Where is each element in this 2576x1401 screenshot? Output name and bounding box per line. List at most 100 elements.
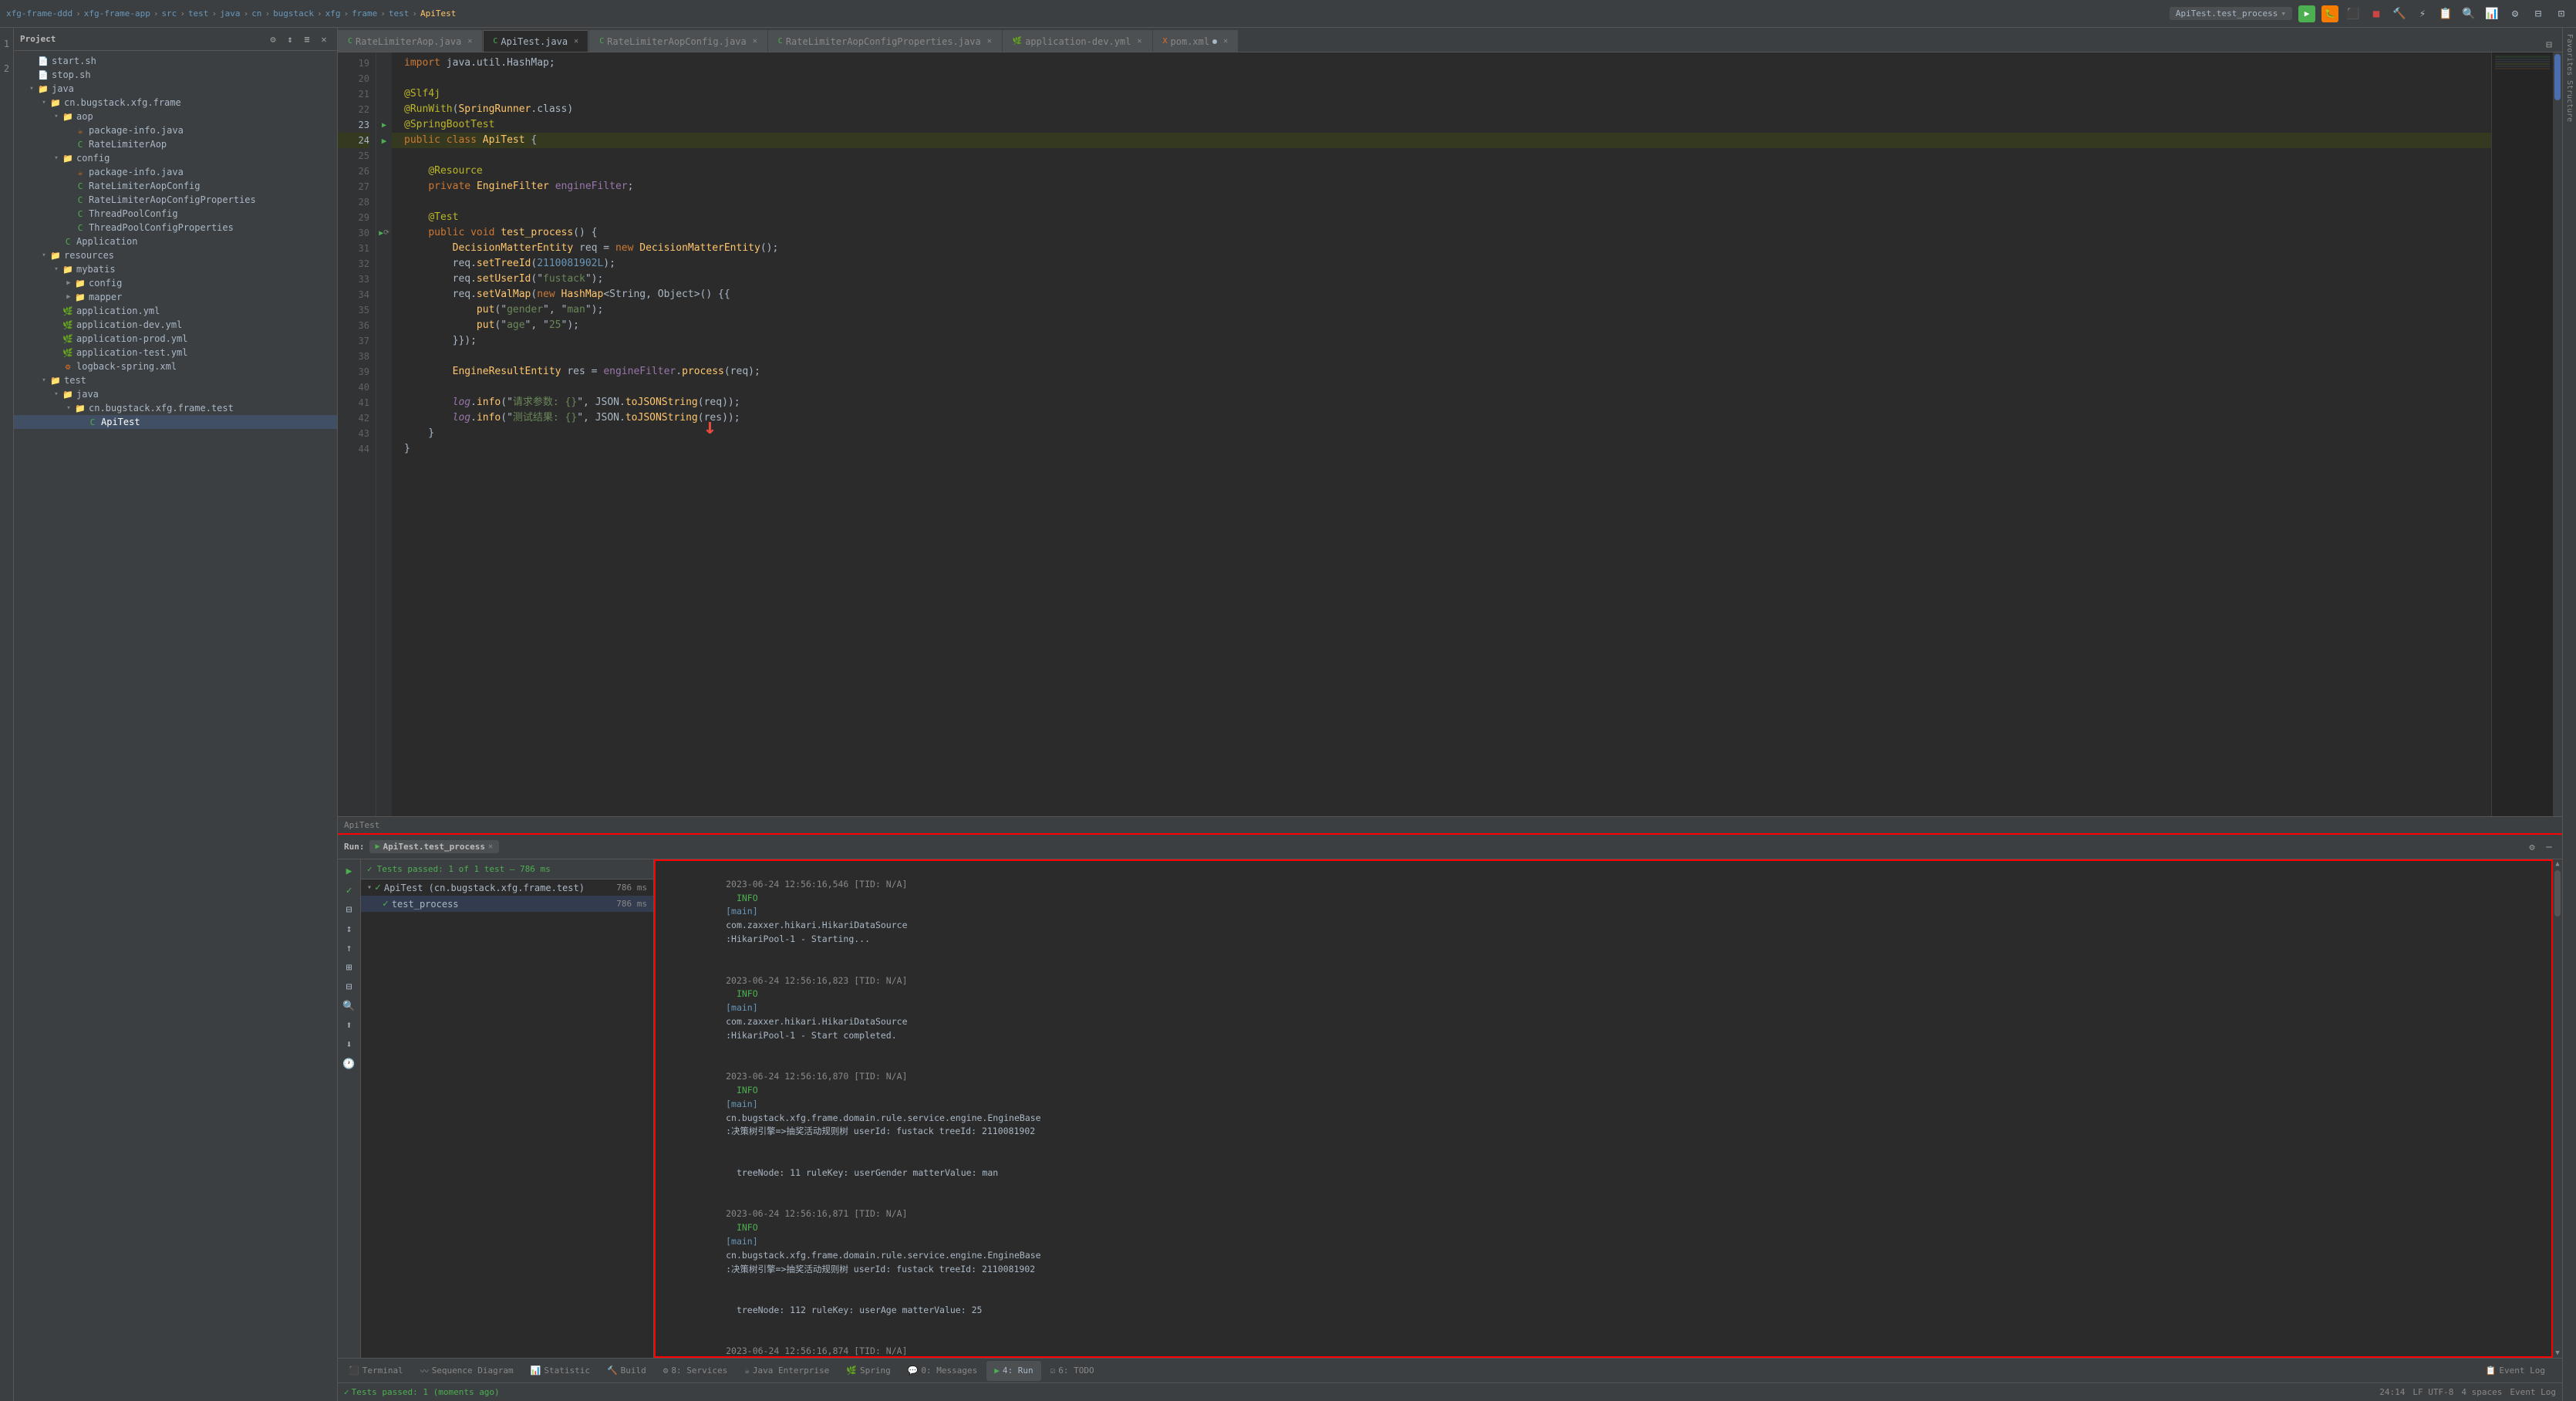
tree-item-application-dev-yml[interactable]: 🌿 application-dev.yml xyxy=(14,318,337,332)
run-minimize-icon[interactable]: ─ xyxy=(2542,840,2556,854)
btab-event-log[interactable]: 📋 Event Log xyxy=(2478,1361,2553,1381)
run-tab[interactable]: ▶ ApiTest.test_process ✕ xyxy=(369,840,500,853)
console-output[interactable]: 2023-06-24 12:56:16,546 [TID: N/A] INFO … xyxy=(654,859,2553,1358)
btab-spring[interactable]: 🌿 Spring xyxy=(838,1361,898,1381)
check-icon[interactable]: ✓ xyxy=(341,882,358,899)
tree-item-mybatis[interactable]: ▾ 📁 mybatis xyxy=(14,262,337,276)
tab-close-icon[interactable]: ✕ xyxy=(753,37,757,46)
tree-item-java-folder[interactable]: ▾ 📁 java xyxy=(14,82,337,96)
tree-item-mapper[interactable]: ▶ 📁 mapper xyxy=(14,290,337,304)
collapse-button[interactable]: ⊟ xyxy=(341,978,358,995)
scroll-thumb[interactable] xyxy=(2554,870,2561,917)
tree-item-logback[interactable]: ⚙ logback-spring.xml xyxy=(14,360,337,373)
tree-settings-icon[interactable]: ≡ xyxy=(300,32,314,46)
tree-item-config[interactable]: ▾ 📁 config xyxy=(14,151,337,165)
btab-run[interactable]: ▶ 4: Run xyxy=(986,1361,1040,1381)
filter-button[interactable]: ⊟ xyxy=(341,901,358,918)
breadcrumb-project[interactable]: xfg-frame-ddd xyxy=(6,8,72,19)
test-method-item[interactable]: ✓ test_process 786 ms xyxy=(361,896,653,912)
btab-build[interactable]: 🔨 Build xyxy=(599,1361,654,1381)
console-scrollbar[interactable]: ▲ ▼ xyxy=(2553,859,2562,1358)
right-tab-1[interactable]: Favorites xyxy=(2565,34,2574,76)
run-tab-close[interactable]: ✕ xyxy=(488,842,493,851)
run-marker-23[interactable]: ▶ xyxy=(382,121,386,130)
expand-button[interactable]: ⊞ xyxy=(341,959,358,976)
more-button-4[interactable]: 📊 xyxy=(2483,5,2500,22)
more-button-1[interactable]: ⚡ xyxy=(2414,5,2431,22)
breadcrumb-module[interactable]: xfg-frame-app xyxy=(84,8,150,19)
tests-passed-status[interactable]: ✓ Tests passed: 1 (moments ago) xyxy=(344,1387,500,1397)
tab-close-icon[interactable]: ✕ xyxy=(987,37,992,46)
btab-todo[interactable]: ☑ 6: TODO xyxy=(1043,1361,1102,1381)
tree-item-package-info[interactable]: ☕ package-info.java xyxy=(14,123,337,137)
search-test-button[interactable]: 🔍 xyxy=(341,998,358,1014)
left-tab-2[interactable]: 2 xyxy=(2,59,11,79)
test-suite-arrow[interactable]: ▾ xyxy=(367,883,372,892)
event-log-status[interactable]: Event Log xyxy=(2510,1387,2556,1397)
encoding-status[interactable]: LF UTF-8 xyxy=(2412,1387,2453,1397)
tree-item-aop[interactable]: ▾ 📁 aop xyxy=(14,110,337,123)
btab-messages[interactable]: 💬 0: Messages xyxy=(900,1361,986,1381)
more-button-3[interactable]: 🔍 xyxy=(2460,5,2477,22)
tab-close-icon[interactable]: ✕ xyxy=(1223,37,1228,46)
btab-terminal[interactable]: ⬛ Terminal xyxy=(341,1361,411,1381)
run-settings-icon[interactable]: ⚙ xyxy=(2525,840,2539,854)
history-button[interactable]: 🕐 xyxy=(341,1055,358,1072)
code-editor[interactable]: import java.util.HashMap; @Slf4j @RunWit… xyxy=(392,52,2491,816)
tab-application-dev[interactable]: 🌿 application-dev.yml ✕ xyxy=(1003,30,1152,52)
debug-button[interactable]: 🐛 xyxy=(2321,5,2338,22)
editor-settings-icon[interactable]: ⊟ xyxy=(2542,38,2556,52)
tab-ratelimiteraop[interactable]: C RateLimiterAop.java ✕ xyxy=(338,30,482,52)
tree-item-stopsh[interactable]: 📄 stop.sh xyxy=(14,68,337,82)
tree-item-resources[interactable]: ▾ 📁 resources xyxy=(14,248,337,262)
export-button[interactable]: ⬆ xyxy=(341,1017,358,1034)
tree-item-apitest[interactable]: C ApiTest xyxy=(14,415,337,429)
btab-services[interactable]: ⚙ 8: Services xyxy=(656,1361,735,1381)
tree-item-test-package[interactable]: ▾ 📁 cn.bugstack.xfg.frame.test xyxy=(14,401,337,415)
tree-item-ratelimiteraopconfig[interactable]: C RateLimiterAopConfig xyxy=(14,179,337,193)
btab-sequence[interactable]: 〰 Sequence Diagram xyxy=(413,1361,521,1381)
scroll-up-icon[interactable]: ▲ xyxy=(2553,859,2562,869)
run-button[interactable]: ▶ xyxy=(2298,5,2315,22)
tree-gear-icon[interactable]: ⚙ xyxy=(266,32,280,46)
tree-item-application-yml[interactable]: 🌿 application.yml xyxy=(14,304,337,318)
more-button-2[interactable]: 📋 xyxy=(2437,5,2454,22)
tree-item-threadpool[interactable]: C ThreadPoolConfig xyxy=(14,207,337,221)
more-button-5[interactable]: ⚙ xyxy=(2507,5,2524,22)
tree-item-ratelimiteraopconfig-props[interactable]: C RateLimiterAopConfigProperties xyxy=(14,193,337,207)
indent-status[interactable]: 4 spaces xyxy=(2461,1387,2502,1397)
tab-ratelimiteraopconfig-props[interactable]: C RateLimiterAopConfigProperties.java ✕ xyxy=(768,30,1002,52)
tree-item-ratelimiteraop[interactable]: C RateLimiterAop xyxy=(14,137,337,151)
tree-sort-icon[interactable]: ↕ xyxy=(283,32,297,46)
tree-item-mybatis-config[interactable]: ▶ 📁 config xyxy=(14,276,337,290)
tree-item-test[interactable]: ▾ 📁 test xyxy=(14,373,337,387)
coverage-button[interactable]: ⬛ xyxy=(2345,5,2362,22)
build-button[interactable]: 🔨 xyxy=(2391,5,2408,22)
tree-item-startsh[interactable]: 📄 start.sh xyxy=(14,54,337,68)
tree-item-test-java[interactable]: ▾ 📁 java xyxy=(14,387,337,401)
stop-button[interactable]: ■ xyxy=(2368,5,2385,22)
tab-apitest[interactable]: C ApiTest.java ✕ xyxy=(483,30,588,52)
tree-item-application-test-yml[interactable]: 🌿 application-test.yml xyxy=(14,346,337,360)
settings-button[interactable]: ⊟ xyxy=(2530,5,2547,22)
tree-item-threadpool-props[interactable]: C ThreadPoolConfigProperties xyxy=(14,221,337,235)
btab-statistic[interactable]: 📊 Statistic xyxy=(523,1361,598,1381)
scroll-track[interactable] xyxy=(2553,869,2562,1349)
import-button[interactable]: ⬇ xyxy=(341,1036,358,1053)
right-tab-2[interactable]: Structure xyxy=(2565,80,2574,122)
test-suite-item[interactable]: ▾ ✓ ApiTest (cn.bugstack.xfg.frame.test)… xyxy=(361,879,653,896)
tree-item-config-package-info[interactable]: ☕ package-info.java xyxy=(14,165,337,179)
rerun-button[interactable]: ▶ xyxy=(341,863,358,879)
tree-item-application-prod-yml[interactable]: 🌿 application-prod.yml xyxy=(14,332,337,346)
run-config[interactable]: ApiTest.test_process ▾ xyxy=(2170,7,2292,20)
btab-java-enterprise[interactable]: ☕ Java Enterprise xyxy=(737,1361,837,1381)
editor-scrollbar[interactable] xyxy=(2553,52,2562,816)
tab-close-icon[interactable]: ✕ xyxy=(1137,37,1141,46)
scroll-down-icon[interactable]: ▼ xyxy=(2553,1349,2562,1358)
sort-button[interactable]: ↕ xyxy=(341,920,358,937)
tree-item-application[interactable]: C Application xyxy=(14,235,337,248)
window-button[interactable]: ⊡ xyxy=(2553,5,2570,22)
tab-ratelimiteraopconfig[interactable]: C RateLimiterAopConfig.java ✕ xyxy=(589,30,767,52)
tab-close-icon[interactable]: ✕ xyxy=(574,37,578,46)
tree-item-cn-package[interactable]: ▾ 📁 cn.bugstack.xfg.frame xyxy=(14,96,337,110)
